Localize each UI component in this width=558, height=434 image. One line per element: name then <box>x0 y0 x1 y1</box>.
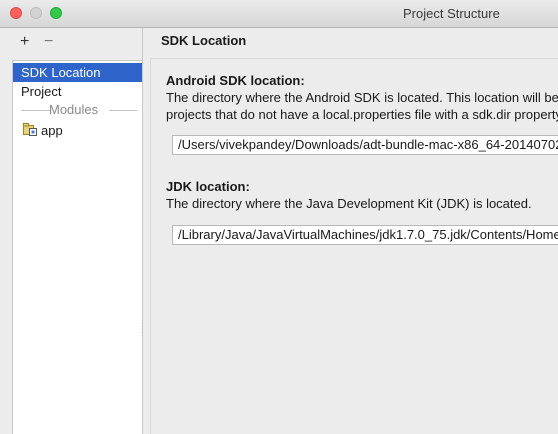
android-sdk-description-line1: The directory where the Android SDK is l… <box>166 90 558 105</box>
title-bar[interactable]: Project Structure <box>0 0 558 28</box>
remove-icon[interactable]: − <box>44 34 53 50</box>
module-folder-icon <box>23 123 37 136</box>
jdk-label: JDK location: <box>166 179 250 194</box>
sdk-settings-panel: Android SDK location: The directory wher… <box>150 58 558 434</box>
separator-line-right <box>109 110 137 111</box>
modules-group-label: Modules <box>49 102 99 117</box>
jdk-description: The directory where the Java Development… <box>166 196 532 211</box>
section-title: SDK Location <box>161 33 247 48</box>
sidebar-list: SDK Location Project Modules app <box>12 60 143 434</box>
android-sdk-description-line2: projects that do not have a local.proper… <box>166 107 558 122</box>
sidebar-item-sdk-location[interactable]: SDK Location <box>13 63 142 82</box>
project-structure-window: Project Structure + − SDK Location Proje… <box>0 0 558 434</box>
add-icon[interactable]: + <box>20 34 29 50</box>
modules-group-separator: Modules <box>13 101 142 119</box>
sidebar-item-project[interactable]: Project <box>13 82 142 101</box>
separator-line-left <box>21 110 51 111</box>
android-sdk-path-field[interactable]: /Users/vivekpandey/Downloads/adt-bundle-… <box>172 135 558 155</box>
minimize-window-button[interactable] <box>30 7 42 19</box>
android-sdk-label: Android SDK location: <box>166 73 305 88</box>
zoom-window-button[interactable] <box>50 7 62 19</box>
jdk-path-field[interactable]: /Library/Java/JavaVirtualMachines/jdk1.7… <box>172 225 558 245</box>
close-window-button[interactable] <box>10 7 22 19</box>
window-title: Project Structure <box>403 6 500 21</box>
sidebar-item-app[interactable]: app <box>41 122 63 139</box>
